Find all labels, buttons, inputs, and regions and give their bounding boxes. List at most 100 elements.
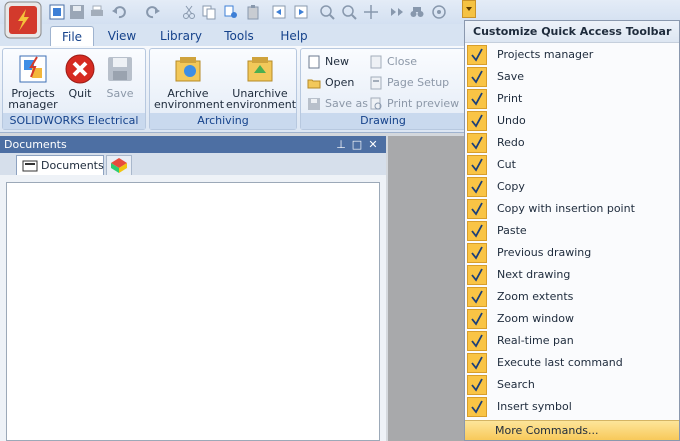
projects-manager-qat-icon[interactable] [48,3,66,21]
drawing-workspace[interactable] [388,136,466,441]
menu-item-label: Undo [497,114,526,127]
save-qat-icon[interactable] [68,3,86,21]
app-logo[interactable] [4,1,42,39]
menu-item[interactable]: Redo [465,132,679,154]
menu-item[interactable]: Copy with insertion point [465,198,679,220]
quit-label: Quit [68,87,92,100]
save-label: Save [106,87,134,100]
search-qat-icon[interactable] [408,3,426,21]
pin-icon[interactable]: ⊥ [334,136,348,153]
documents-tab-label: Documents [41,159,104,172]
group-label-archiving: Archiving [150,113,296,129]
menu-item[interactable]: Next drawing [465,264,679,286]
tab-documents[interactable]: Documents [16,155,104,175]
new-drawing-button[interactable]: New [305,53,349,71]
archive-icon [172,53,204,85]
menu-item-label: Projects manager [497,48,594,61]
insert-symbol-qat-icon[interactable] [430,3,448,21]
menu-item-label: Copy with insertion point [497,202,635,215]
ribbon-group-drawing: New Open Save as Close Page Setup Print … [300,48,466,130]
menu-item-label: Print [497,92,523,105]
menu-item-label: Zoom extents [497,290,574,303]
menu-title: Customize Quick Access Toolbar [465,21,679,43]
menu-item[interactable]: Zoom extents [465,286,679,308]
menu-item[interactable]: Paste [465,220,679,242]
open-label: Open [325,76,355,89]
projects-manager-button[interactable]: Projects manager [7,53,59,110]
checkmark-icon [467,221,487,241]
menu-item-label: Save [497,70,525,83]
menu-item-label: Insert symbol [497,400,572,413]
tab-library[interactable]: Library [156,26,206,46]
copy-insertion-point-qat-icon[interactable] [222,3,240,21]
menu-item[interactable]: Save [465,66,679,88]
checkmark-icon [467,353,487,373]
menu-item[interactable]: Projects manager [465,44,679,66]
open-folder-icon [307,76,321,90]
menu-item[interactable]: Insert symbol [465,396,679,418]
tab-components[interactable] [106,155,132,175]
print-preview-button[interactable]: Print preview [367,95,459,113]
more-commands-item[interactable]: More Commands... [465,420,679,440]
zoom-window-qat-icon[interactable] [340,3,358,21]
checkmark-icon [467,155,487,175]
ribbon-group-solidworks-electrical: Projects manager Quit Save SOLIDWORKS El… [2,48,146,130]
tab-tools[interactable]: Tools [216,26,262,46]
projects-manager-icon [17,53,49,85]
menu-item-label: Search [497,378,535,391]
close-icon[interactable]: ✕ [366,136,380,153]
customize-qat-menu: Customize Quick Access Toolbar Projects … [464,20,680,441]
redo-qat-icon[interactable] [144,3,162,21]
menu-item-label: Cut [497,158,516,171]
menu-item-label: Previous drawing [497,246,592,259]
zoom-extents-qat-icon[interactable] [318,3,336,21]
tab-view[interactable]: View [100,26,144,46]
menu-item[interactable]: Print [465,88,679,110]
checkmark-icon [467,45,487,65]
tab-file[interactable]: File [50,26,94,47]
quit-button[interactable]: Quit [63,53,97,99]
menu-item-label: Redo [497,136,525,149]
print-preview-icon [369,97,383,111]
menu-item-label: Copy [497,180,525,193]
maximize-icon[interactable]: □ [350,136,364,153]
customize-qat-dropdown-button[interactable] [462,0,476,18]
menu-item[interactable]: Copy [465,176,679,198]
checkmark-icon [467,287,487,307]
tab-help[interactable]: Help [272,26,316,46]
menu-item[interactable]: Search [465,374,679,396]
cut-qat-icon[interactable] [180,3,198,21]
documents-tree-area[interactable] [6,182,380,441]
menu-item[interactable]: Zoom window [465,308,679,330]
print-qat-icon[interactable] [88,3,106,21]
checkmark-icon [467,111,487,131]
menu-item[interactable]: Real-time pan [465,330,679,352]
save-button[interactable]: Save [103,53,137,99]
next-drawing-qat-icon[interactable] [292,3,310,21]
new-label: New [325,55,349,68]
menu-item[interactable]: Undo [465,110,679,132]
save-as-button[interactable]: Save as [305,95,368,113]
chevron-down-icon [466,7,472,11]
new-document-icon [307,55,321,69]
unarchive-environment-button[interactable]: Unarchive environment [226,53,296,110]
menu-item-label: Paste [497,224,527,237]
pan-qat-icon[interactable] [362,3,380,21]
close-label: Close [387,55,417,68]
menu-item[interactable]: Previous drawing [465,242,679,264]
previous-drawing-qat-icon[interactable] [270,3,288,21]
undo-qat-icon[interactable] [110,3,128,21]
checkmark-icon [467,265,487,285]
menu-item[interactable]: Cut [465,154,679,176]
close-drawing-button[interactable]: Close [367,53,417,71]
menu-item[interactable]: Execute last command [465,352,679,374]
unarchive-icon [244,53,276,85]
copy-qat-icon[interactable] [200,3,218,21]
page-setup-button[interactable]: Page Setup [367,74,449,92]
open-drawing-button[interactable]: Open [305,74,354,92]
execute-last-command-qat-icon[interactable] [388,3,406,21]
archive-environment-button[interactable]: Archive environment [154,53,224,110]
documents-panel-title: Documents [4,138,67,151]
paste-qat-icon[interactable] [244,3,262,21]
checkmark-icon [467,331,487,351]
